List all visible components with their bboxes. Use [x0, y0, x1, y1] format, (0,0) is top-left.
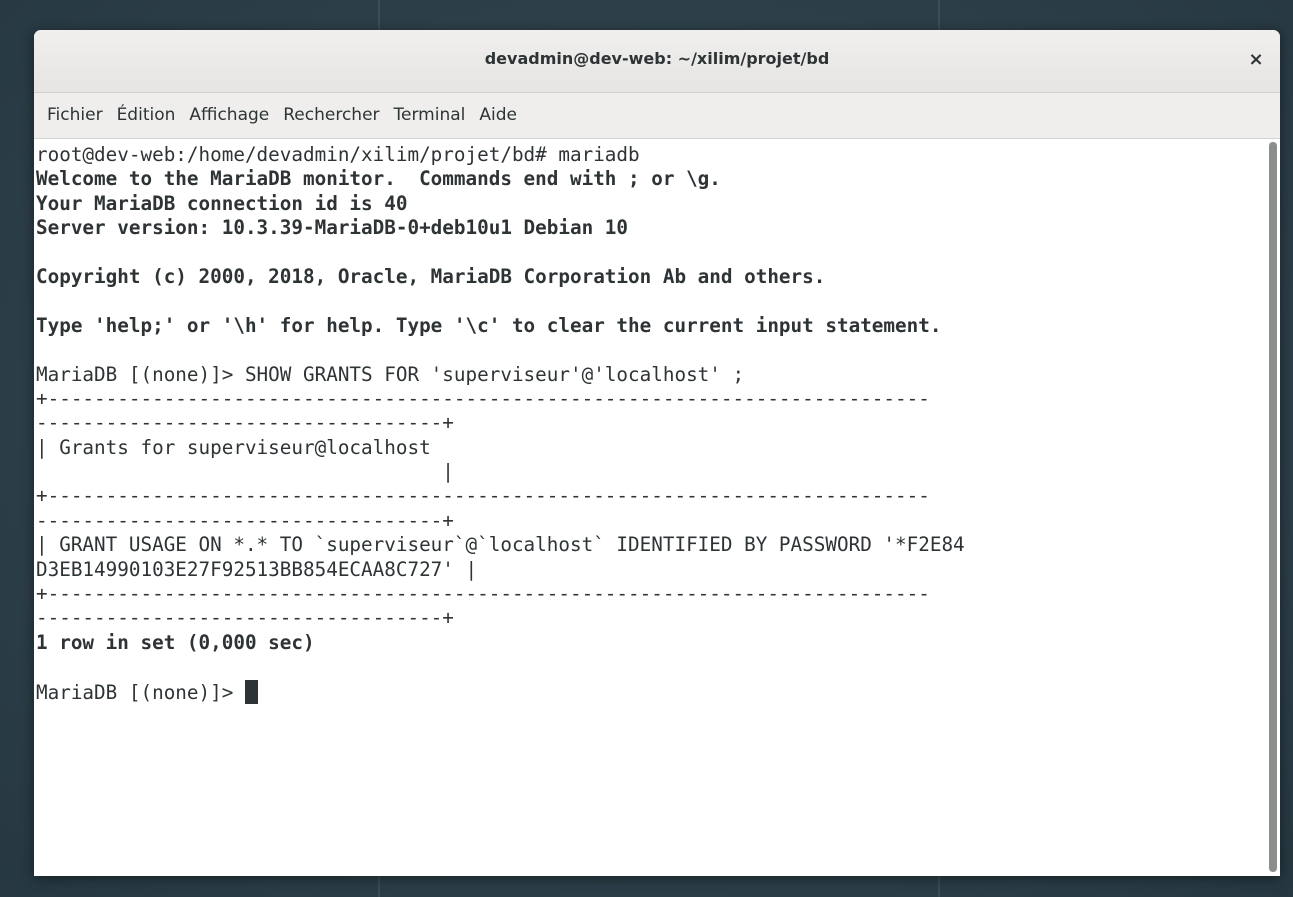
terminal-line: Type 'help;' or '\h' for help. Type '\c'…: [36, 313, 942, 337]
terminal-area[interactable]: root@dev-web:/home/devadmin/xilim/projet…: [34, 139, 1280, 876]
menu-item-rechercher[interactable]: Rechercher: [276, 93, 386, 138]
menu-item-aide[interactable]: Aide: [472, 93, 524, 138]
terminal-line: +---------------------------------------…: [36, 582, 930, 606]
terminal-line: Copyright (c) 2000, 2018, Oracle, MariaD…: [36, 264, 826, 288]
terminal-line: Welcome to the MariaDB monitor. Commands…: [36, 167, 721, 191]
text-cursor: [244, 679, 258, 704]
scrollbar-thumb[interactable]: [1269, 142, 1277, 872]
terminal-prompt: MariaDB [(none)]>: [36, 680, 245, 704]
terminal-line: Your MariaDB connection id is 40: [36, 191, 408, 215]
menu-bar: Fichier Édition Affichage Rechercher Ter…: [34, 93, 1280, 139]
terminal-prompt-line: MariaDB [(none)]>: [36, 679, 1256, 704]
terminal-output: root@dev-web:/home/devadmin/xilim/projet…: [36, 143, 1256, 704]
terminal-line: root@dev-web:/home/devadmin/xilim/projet…: [36, 143, 640, 166]
window-title: devadmin@dev-web: ~/xilim/projet/bd: [484, 49, 830, 68]
terminal-line: -----------------------------------+: [36, 606, 454, 630]
terminal-line: |: [36, 460, 454, 484]
terminal-line: | Grants for superviseur@localhost: [36, 435, 431, 459]
terminal-line: +---------------------------------------…: [36, 386, 930, 410]
close-icon: ×: [1248, 49, 1264, 70]
terminal-window: devadmin@dev-web: ~/xilim/projet/bd × Fi…: [34, 30, 1280, 876]
terminal-line: | GRANT USAGE ON *.* TO `superviseur`@`l…: [36, 533, 965, 557]
title-bar[interactable]: devadmin@dev-web: ~/xilim/projet/bd ×: [34, 30, 1280, 93]
terminal-line: Server version: 10.3.39-MariaDB-0+deb10u…: [36, 216, 629, 240]
menu-item-affichage[interactable]: Affichage: [182, 93, 276, 138]
close-button[interactable]: ×: [1242, 46, 1270, 74]
terminal-line: 1 row in set (0,000 sec): [36, 630, 315, 654]
terminal-line: D3EB14990103E27F92513BB854ECAA8C727' |: [36, 557, 478, 581]
terminal-line: MariaDB [(none)]> SHOW GRANTS FOR 'super…: [36, 362, 745, 386]
scrollbar[interactable]: [1269, 142, 1277, 872]
terminal-line: -----------------------------------+: [36, 508, 454, 532]
menu-item-fichier[interactable]: Fichier: [34, 93, 110, 138]
menu-item-edition[interactable]: Édition: [110, 93, 183, 138]
terminal-line: -----------------------------------+: [36, 411, 454, 435]
menu-item-terminal[interactable]: Terminal: [387, 93, 473, 138]
terminal-line: +---------------------------------------…: [36, 484, 930, 508]
